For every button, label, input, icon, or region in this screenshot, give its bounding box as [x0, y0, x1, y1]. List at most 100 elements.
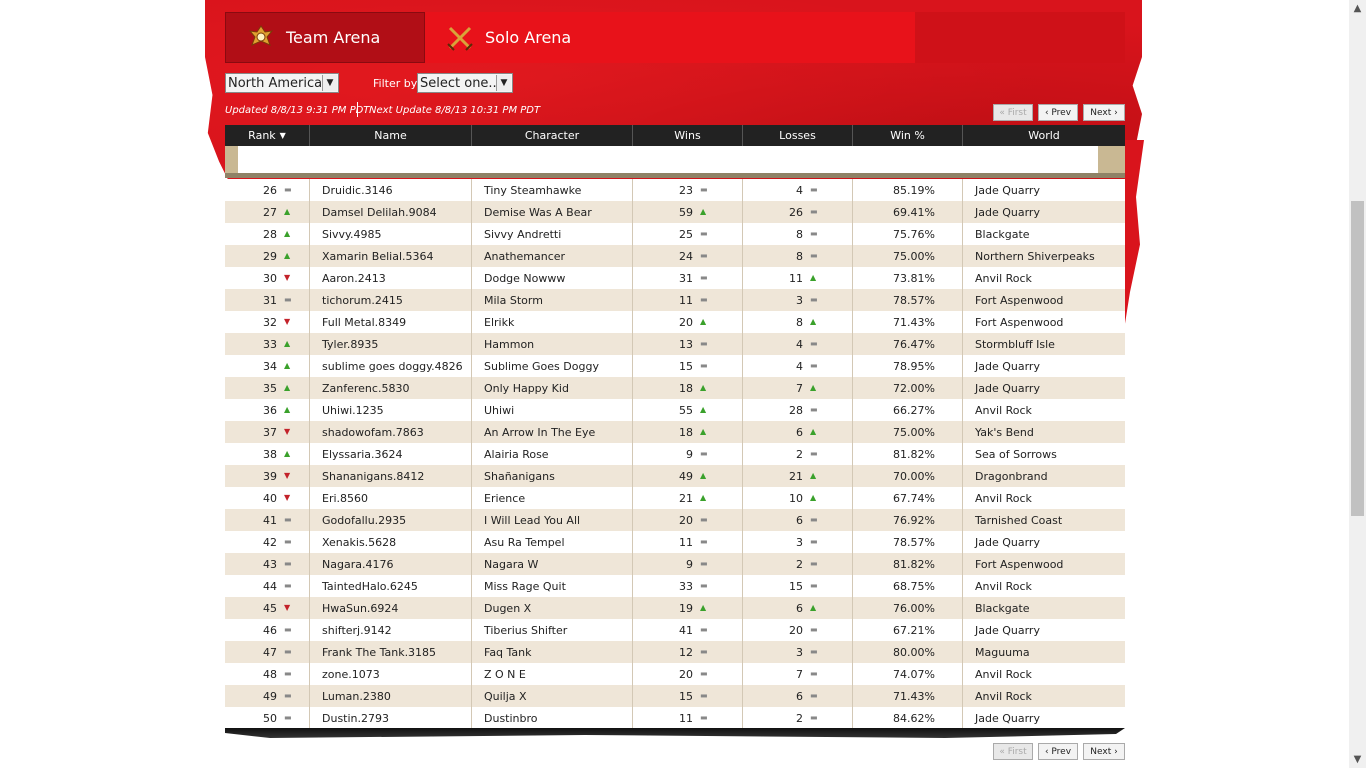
- table-divider: [225, 173, 1125, 178]
- first-page-button[interactable]: « First: [993, 743, 1033, 760]
- region-select[interactable]: North America ▼: [225, 73, 339, 93]
- world-cell: Jade Quarry: [975, 381, 1040, 395]
- scroll-thumb[interactable]: [1351, 201, 1364, 516]
- prev-page-button[interactable]: ‹ Prev: [1038, 743, 1078, 760]
- team-arena-emblem-icon: [246, 23, 276, 53]
- trend-down-icon: ▼: [284, 317, 291, 326]
- rank-column-header[interactable]: Rank ▼: [225, 125, 310, 146]
- tab-team-arena[interactable]: Team Arena: [225, 12, 425, 63]
- character-cell: Faq Tank: [472, 641, 633, 663]
- trend-up-icon: ▲: [700, 493, 707, 502]
- next-page-button[interactable]: Next ›: [1083, 743, 1125, 760]
- win-percent-cell: 75.00%: [853, 421, 963, 443]
- losses-cell: 7 ▲: [743, 377, 853, 399]
- trend-same-icon: ▬: [810, 207, 818, 216]
- table-row: 36 ▲ Uhiwi.1235 Uhiwi 55 ▲ 28 ▬ 66.27% Anvil Rock: [225, 399, 1125, 421]
- world-cell: Jade Quarry: [975, 359, 1040, 373]
- table-row: 42 ▬ Xenakis.5628 Asu Ra Tempel 11 ▬ 3 ▬ 78.57% J…: [225, 531, 1125, 553]
- trend-up-icon: ▲: [284, 405, 291, 414]
- wins-cell: 20 ▬: [633, 509, 743, 531]
- name-cell: Xenakis.5628: [310, 531, 472, 553]
- world-cell: Anvil Rock: [975, 271, 1032, 285]
- win-percent-cell: 85.19%: [853, 179, 963, 201]
- name-cell: Druidic.3146: [310, 179, 472, 201]
- name-column-header[interactable]: Name: [310, 125, 472, 146]
- scroll-down-arrow-icon[interactable]: ▼: [1349, 751, 1366, 768]
- name-cell: Sivvy.4985: [310, 223, 472, 245]
- trend-up-icon: ▲: [284, 361, 291, 370]
- character-column-header[interactable]: Character: [472, 125, 633, 146]
- trend-up-icon: ▲: [284, 229, 291, 238]
- rank-cell: 26 ▬: [225, 179, 310, 201]
- rank-cell: 47 ▬: [225, 641, 310, 663]
- name-cell: Luman.2380: [310, 685, 472, 707]
- wins-column-header[interactable]: Wins: [633, 125, 743, 146]
- character-cell: Anathemancer: [472, 245, 633, 267]
- tab-solo-arena-label: Solo Arena: [485, 28, 572, 47]
- losses-cell: 6 ▬: [743, 509, 853, 531]
- next-page-button[interactable]: Next ›: [1083, 104, 1125, 121]
- trend-same-icon: ▬: [810, 581, 818, 590]
- trend-same-icon: ▬: [810, 691, 818, 700]
- win-percent-cell: 81.82%: [853, 443, 963, 465]
- rank-cell: 44 ▬: [225, 575, 310, 597]
- page-scrollbar[interactable]: ▲ ▼: [1349, 0, 1366, 768]
- rank-cell: 40 ▼: [225, 487, 310, 509]
- world-column-header[interactable]: World: [963, 125, 1125, 146]
- rank-cell: 29 ▲: [225, 245, 310, 267]
- trend-same-icon: ▬: [810, 713, 818, 722]
- table-spacer: [225, 146, 1125, 173]
- name-cell: Dustin.2793: [310, 707, 472, 729]
- character-cell: Alairia Rose: [472, 443, 633, 465]
- arena-tabs: Team Arena Solo Arena: [225, 12, 1125, 63]
- name-cell: Shananigans.8412: [310, 465, 472, 487]
- table-row: 31 ▬ tichorum.2415 Mila Storm 11 ▬ 3 ▬ 78.57% For…: [225, 289, 1125, 311]
- world-cell: Blackgate: [975, 227, 1030, 241]
- filter-select[interactable]: Select one... ▼: [417, 73, 513, 93]
- world-cell: Jade Quarry: [975, 183, 1040, 197]
- wins-cell: 55 ▲: [633, 399, 743, 421]
- trend-up-icon: ▲: [284, 449, 291, 458]
- losses-cell: 8 ▲: [743, 311, 853, 333]
- win-percent-cell: 74.07%: [853, 663, 963, 685]
- trend-same-icon: ▬: [700, 559, 708, 568]
- character-cell: Tiberius Shifter: [472, 619, 633, 641]
- prev-page-button[interactable]: ‹ Prev: [1038, 104, 1078, 121]
- losses-cell: 3 ▬: [743, 289, 853, 311]
- win-percent-column-header[interactable]: Win %: [853, 125, 963, 146]
- table-row: 50 ▬ Dustin.2793 Dustinbro 11 ▬ 2 ▬ 84.62% Jade Q…: [225, 707, 1125, 729]
- wins-cell: 9 ▬: [633, 443, 743, 465]
- losses-cell: 6 ▲: [743, 421, 853, 443]
- banner-splatter: [1124, 140, 1144, 330]
- trend-down-icon: ▼: [284, 493, 291, 502]
- win-percent-cell: 73.81%: [853, 267, 963, 289]
- first-page-button[interactable]: « First: [993, 104, 1033, 121]
- filter-label: Filter by:: [373, 77, 421, 90]
- name-cell: tichorum.2415: [310, 289, 472, 311]
- world-cell: Fort Aspenwood: [975, 557, 1064, 571]
- character-cell: Elrikk: [472, 311, 633, 333]
- losses-cell: 28 ▬: [743, 399, 853, 421]
- name-cell: Godofallu.2935: [310, 509, 472, 531]
- sort-desc-icon: ▼: [279, 131, 286, 140]
- losses-cell: 15 ▬: [743, 575, 853, 597]
- trend-same-icon: ▬: [810, 669, 818, 678]
- tab-solo-arena[interactable]: Solo Arena: [425, 12, 915, 63]
- losses-column-header[interactable]: Losses: [743, 125, 853, 146]
- losses-cell: 7 ▬: [743, 663, 853, 685]
- pager-bottom: « First ‹ Prev Next ›: [993, 743, 1125, 760]
- name-cell: Nagara.4176: [310, 553, 472, 575]
- win-percent-cell: 78.57%: [853, 531, 963, 553]
- rank-cell: 49 ▬: [225, 685, 310, 707]
- scroll-up-arrow-icon[interactable]: ▲: [1349, 0, 1366, 17]
- name-cell: TaintedHalo.6245: [310, 575, 472, 597]
- name-cell: Uhiwi.1235: [310, 399, 472, 421]
- trend-same-icon: ▬: [810, 339, 818, 348]
- trend-same-icon: ▬: [284, 559, 292, 568]
- character-cell: Quilja X: [472, 685, 633, 707]
- table-row: 29 ▲ Xamarin Belial.5364 Anathemancer 24 ▬ 8 ▬ 7…: [225, 245, 1125, 267]
- character-cell: Tiny Steamhawke: [472, 179, 633, 201]
- world-cell: Yak's Bend: [975, 425, 1034, 439]
- trend-same-icon: ▬: [810, 515, 818, 524]
- rank-cell: 32 ▼: [225, 311, 310, 333]
